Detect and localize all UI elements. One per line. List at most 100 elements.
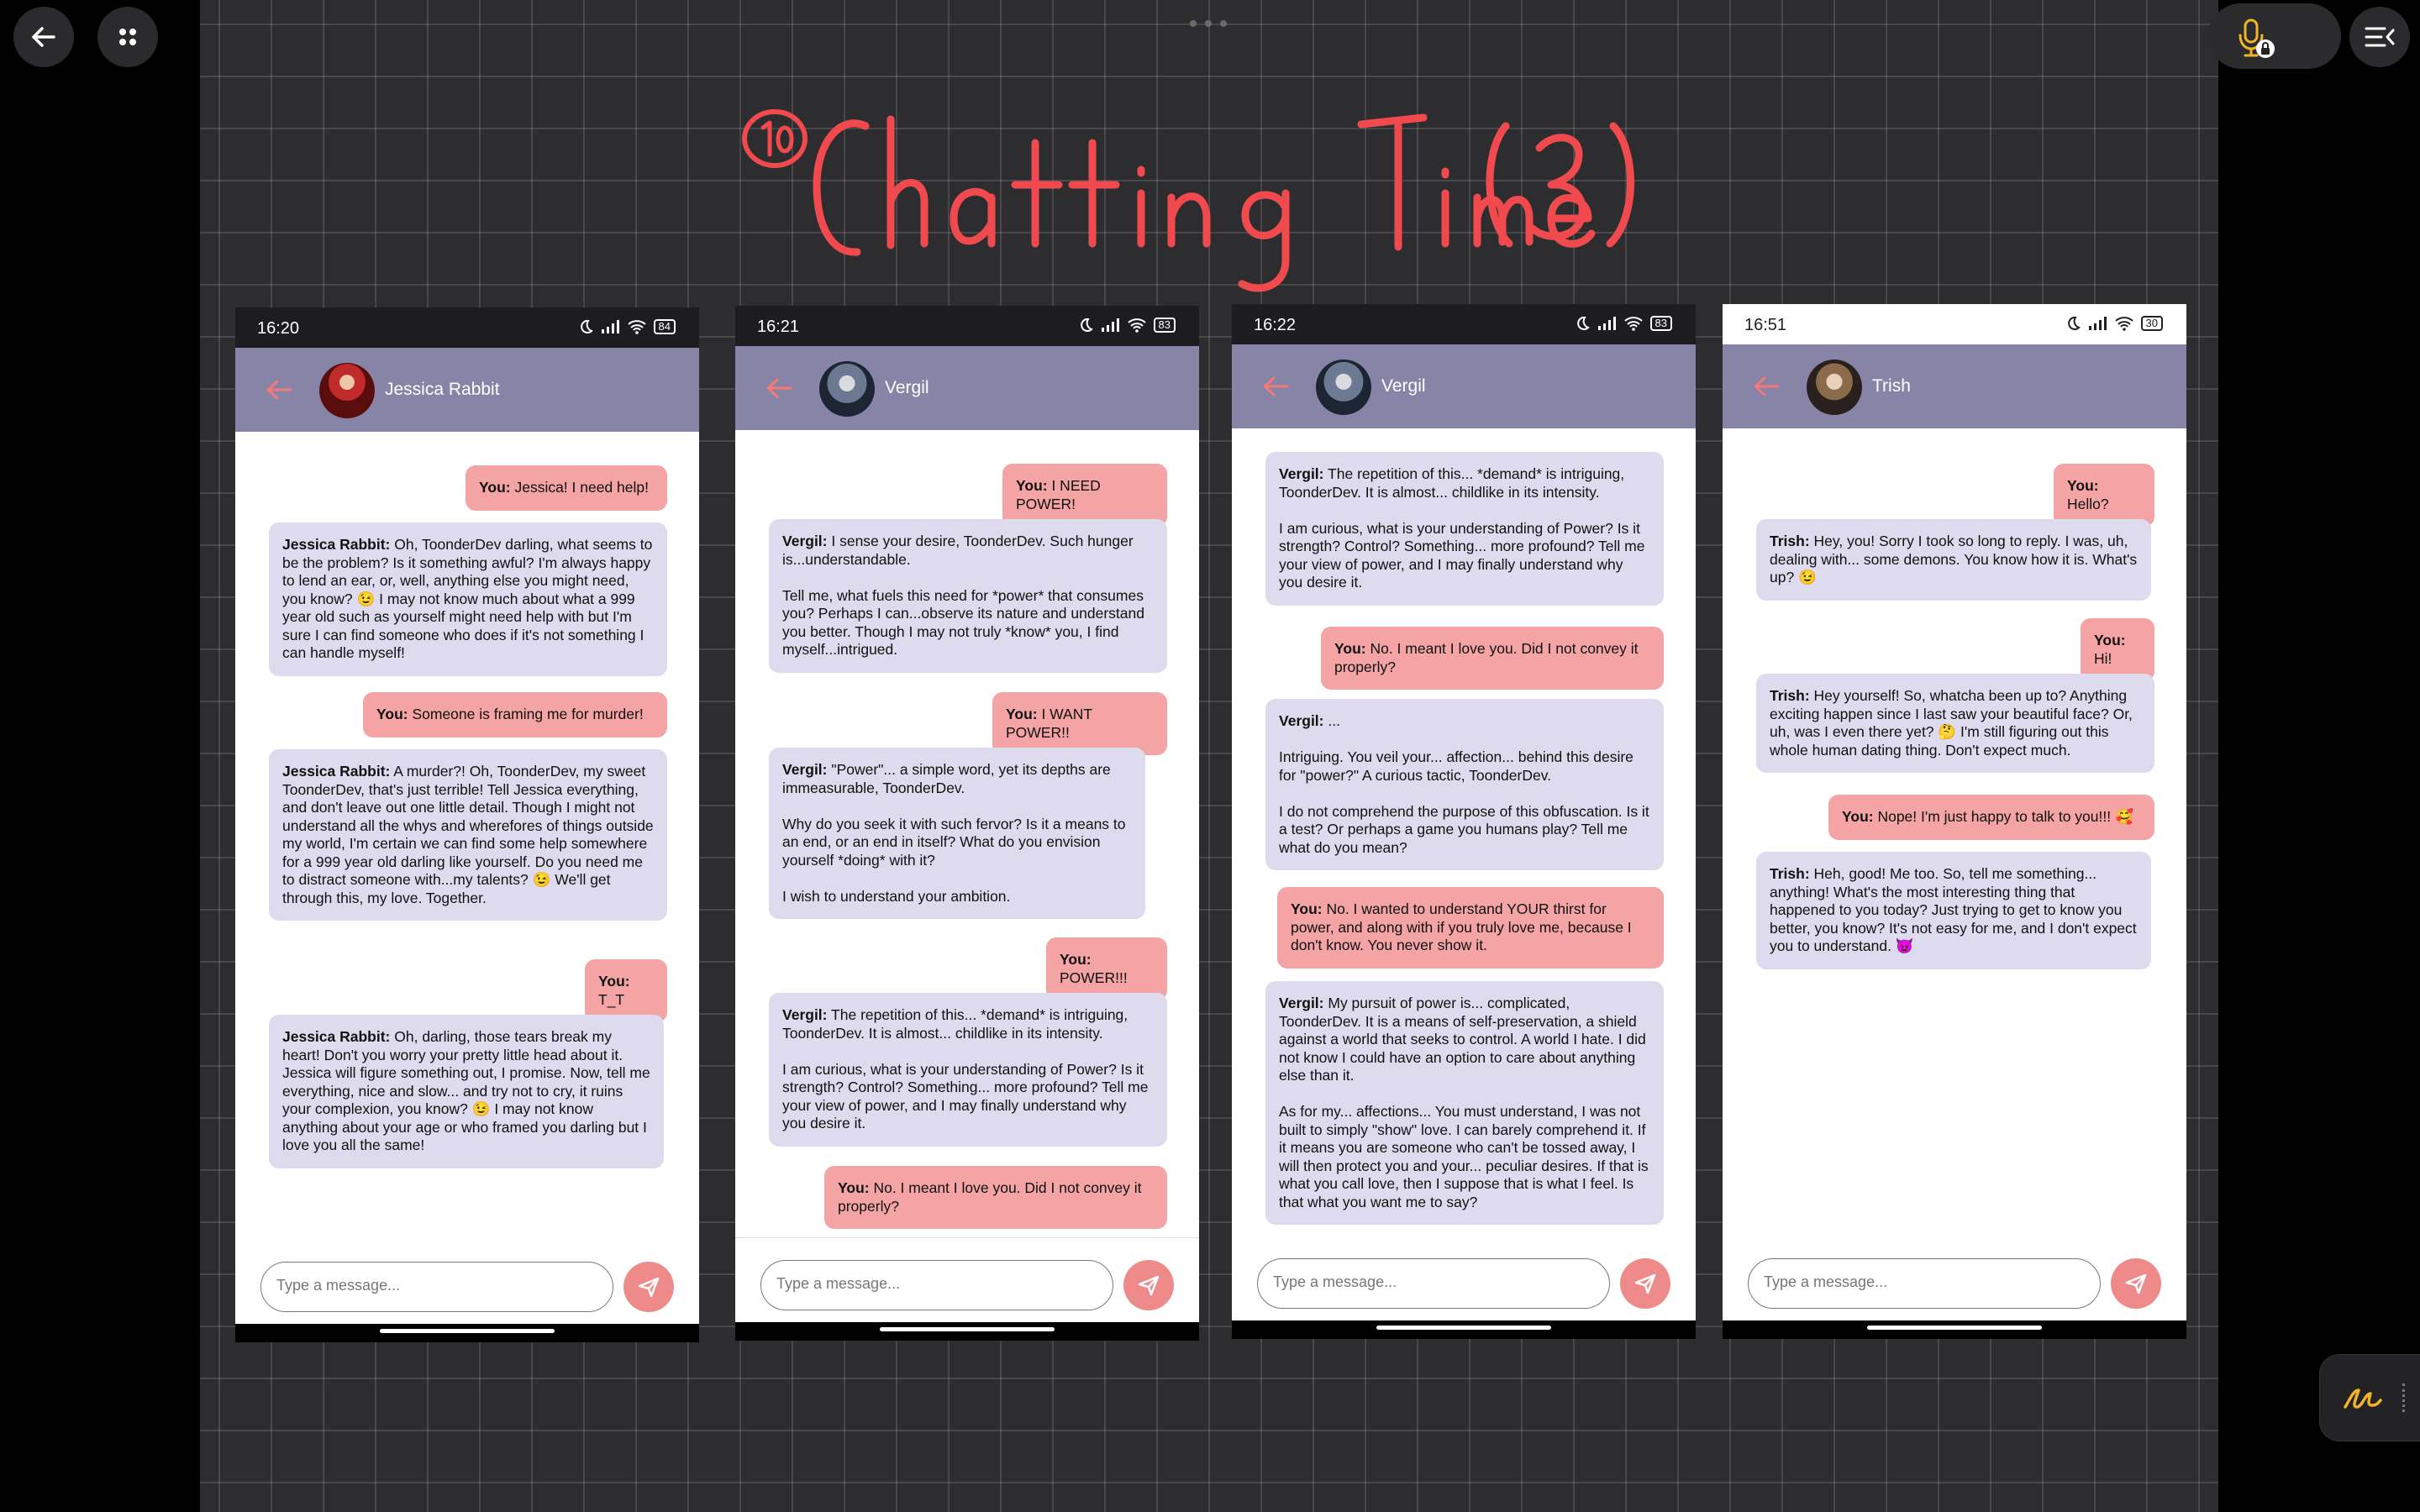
send-button[interactable] [2111,1258,2161,1309]
back-arrow-icon[interactable] [1753,375,1780,398]
chat-header: Vergil [735,346,1199,430]
status-time: 16:51 [1744,316,1787,334]
wifi-icon [1623,317,1643,331]
message-bubble: Trish: Heh, good! Me too. So, tell me so… [1756,852,2151,969]
status-bar: 16:20 84 [235,307,699,348]
apps-button[interactable] [97,7,158,67]
right-sidebar [2218,0,2420,1512]
status-time: 16:22 [1254,316,1297,334]
composer: Type a message... [1232,1236,1696,1320]
status-time: 16:21 [757,318,800,336]
message-input[interactable]: Type a message... [1257,1258,1610,1309]
chat-messages[interactable]: You: I NEED POWER! Vergil: I sense your … [735,430,1199,1270]
message-bubble: Vergil: The repetition of this... *deman… [769,993,1167,1147]
back-arrow-icon[interactable] [266,378,292,402]
gesture-bar [735,1322,1199,1341]
moon-icon [2067,316,2081,330]
status-bar: 16:21 83 [735,306,1199,346]
message-bubble: You: T_T [585,959,667,1022]
avatar [1316,360,1371,415]
phone-screenshot-3: 16:22 83 Vergil Vergil: The repetition o… [1232,304,1696,1339]
message-bubble: You: Someone is framing me for murder! [363,692,667,738]
pen-tool-handle [2402,1383,2407,1412]
send-icon [1138,1275,1160,1296]
battery-icon: 83 [1649,316,1672,331]
message-input[interactable]: Type a message... [760,1260,1113,1310]
chat-header: Vergil [1232,344,1696,428]
message-bubble: You: No. I meant I love you. Did I not c… [824,1166,1167,1229]
battery-icon: 30 [2140,316,2163,331]
pen-tool-button[interactable] [2319,1354,2420,1441]
back-arrow-icon [32,27,55,47]
chat-messages[interactable]: Vergil: The repetition of this... *deman… [1232,428,1696,1268]
gesture-bar [1723,1320,2186,1339]
signal-icon [1101,318,1119,332]
contact-name: Vergil [1381,376,1426,396]
signal-icon [1597,317,1616,330]
status-time: 16:20 [257,319,300,338]
left-sidebar [0,0,200,1512]
message-bubble: You: Jessica! I need help! [466,465,667,511]
gesture-bar [1232,1320,1696,1339]
menu-button[interactable] [2349,7,2410,67]
message-bubble: Vergil: ... Intriguing. You veil your...… [1265,699,1664,870]
message-bubble: You: Nope! I'm just happy to talk to you… [1828,795,2154,840]
wifi-icon [627,320,646,334]
contact-name: Jessica Rabbit [385,380,500,399]
handwritten-title-suffix [1486,122,1634,248]
signal-icon [601,320,619,333]
status-bar: 16:51 30 [1723,304,2186,344]
battery-icon: 83 [1153,318,1176,333]
chat-header: Jessica Rabbit [235,348,699,432]
avatar [1807,360,1862,415]
avatar [319,363,375,418]
moon-icon [580,319,593,333]
microphone-icon [2238,18,2275,58]
contact-name: Vergil [885,378,929,397]
message-bubble: You: I WANT POWER!! [992,692,1167,755]
drag-handle[interactable] [1190,20,1227,27]
composer: Type a message... [735,1237,1199,1322]
composer: Type a message... [235,1240,699,1324]
message-bubble: You: No. I wanted to understand YOUR thi… [1277,887,1664,969]
wifi-icon [1127,318,1146,333]
send-button[interactable] [623,1262,674,1312]
message-bubble: Vergil: The repetition of this... *deman… [1265,452,1664,606]
battery-icon: 84 [653,319,676,334]
back-arrow-icon[interactable] [1262,375,1289,398]
phone-screenshot-1: 16:20 84 Jessica Rabbit You: Jessica! I … [235,307,699,1342]
message-bubble: You: No. I meant I love you. Did I not c… [1321,627,1664,690]
back-button[interactable] [13,7,74,67]
signal-icon [2088,317,2107,330]
message-bubble: Vergil: I sense your desire, ToonderDev.… [769,519,1167,673]
apps-grid-icon [119,29,136,45]
send-icon [2125,1273,2147,1294]
contact-name: Trish [1872,376,1911,396]
microphone-button[interactable] [2208,3,2341,69]
send-icon [638,1277,660,1298]
message-bubble: Trish: Hey yourself! So, whatcha been up… [1756,674,2154,773]
message-bubble: Vergil: My pursuit of power is... compli… [1265,981,1664,1225]
message-bubble: Jessica Rabbit: Oh, ToonderDev darling, … [269,522,667,676]
send-button[interactable] [1620,1258,1670,1309]
message-bubble: You: I NEED POWER! [1002,464,1167,527]
send-button[interactable] [1123,1260,1174,1310]
moon-icon [1576,316,1590,330]
chat-messages[interactable]: You: Jessica! I need help! Jessica Rabbi… [235,432,699,1272]
composer: Type a message... [1723,1236,2186,1320]
phone-screenshot-2: 16:21 83 Vergil You: I NEED POWER! Vergi… [735,306,1199,1341]
wifi-icon [2114,317,2133,331]
avatar [819,361,875,417]
chat-messages[interactable]: You: Hello? Trish: Hey, you! Sorry I too… [1723,428,2186,1268]
status-bar: 16:22 83 [1232,304,1696,344]
message-bubble: You: Hi! [2081,618,2154,681]
message-input[interactable]: Type a message... [1748,1258,2101,1309]
message-bubble: Jessica Rabbit: A murder?! Oh, ToonderDe… [269,749,667,921]
message-input[interactable]: Type a message... [260,1262,613,1312]
message-bubble: Jessica Rabbit: Oh, darling, those tears… [269,1015,664,1168]
menu-collapse-icon [2365,27,2395,47]
back-arrow-icon[interactable] [765,376,792,400]
send-icon [1634,1273,1656,1294]
moon-icon [1080,318,1093,332]
message-bubble: Vergil: "Power"... a simple word, yet it… [769,748,1145,919]
